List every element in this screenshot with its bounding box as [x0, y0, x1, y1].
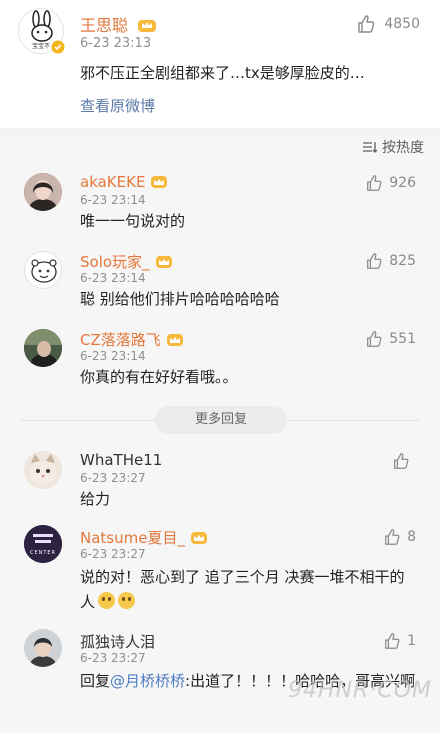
crown-badge-icon [155, 255, 172, 268]
crown-badge-icon [138, 20, 157, 32]
user-avatar[interactable] [24, 329, 62, 367]
original-post-text: 邪不压正全剧组都来了…tx是够厚脸皮的… [80, 64, 365, 82]
comment-like[interactable]: 825 [365, 252, 416, 270]
reply-like[interactable]: 1 [383, 632, 416, 650]
cartoon-avatar-icon [31, 259, 57, 283]
reply-like[interactable] [392, 452, 416, 470]
user-avatar[interactable] [24, 173, 62, 211]
comment-text: 唯一一句说对的 [80, 212, 186, 230]
comment-time: 6-23 23:14 [80, 193, 146, 207]
original-post-time: 6-23 23:13 [80, 36, 152, 51]
comment-author[interactable]: Solo玩家_ [80, 251, 173, 272]
photo-avatar-icon [24, 173, 62, 211]
thumbs-up-icon [385, 633, 400, 649]
comment-like[interactable]: 926 [365, 174, 416, 192]
thumbs-up-icon [385, 529, 400, 545]
logo-avatar-icon [24, 525, 62, 563]
more-replies-button[interactable]: 更多回复 [155, 406, 287, 434]
comment-author[interactable]: akaKEKE [80, 173, 168, 191]
user-avatar[interactable]: CENTER [24, 525, 62, 563]
like-count: 926 [389, 175, 416, 191]
reply-text: 说的对！恶心到了 追了三个月 决赛一堆不相干的人 [80, 568, 405, 611]
mention-link[interactable]: @月桥桥桥 [110, 672, 185, 690]
reply-author[interactable]: 孤独诗人泪 [80, 631, 155, 652]
crown-badge-icon [166, 333, 183, 346]
divider-line [20, 420, 155, 421]
sort-label: 按热度 [382, 140, 424, 156]
comment-text: 聪 别给他们排片哈哈哈哈哈哈 [80, 290, 280, 308]
smiley-emoji-icon [98, 592, 116, 609]
watermark: 94HNR·COM [288, 678, 432, 703]
crown-badge-icon [151, 176, 168, 188]
original-post-author[interactable]: 王思聪 [80, 12, 157, 36]
reply-time: 6-23 23:27 [80, 651, 146, 665]
thumbs-up-icon [367, 253, 382, 269]
comment-time: 6-23 23:14 [80, 349, 146, 363]
original-post: 宝宝不 王思聪 6-23 23:13 4850 邪不压正全剧组都来了…tx是够厚… [0, 0, 440, 128]
reply-author[interactable]: Natsume夏目_ [80, 527, 208, 548]
comments-section: 按热度 akaKEKE 6-23 23:14 926 唯一一句说对的 Solo玩… [0, 135, 440, 733]
comment-text: 你真的有在好好看哦。。 [80, 368, 238, 386]
comment-time: 6-23 23:14 [80, 271, 146, 285]
photo-avatar-icon [24, 629, 62, 667]
reply-like[interactable]: 8 [383, 528, 416, 546]
like-count: 8 [407, 529, 416, 545]
thumbs-up-icon [358, 15, 375, 33]
avatar-caption: CENTER [29, 550, 57, 556]
verified-badge-icon [51, 40, 65, 54]
divider-line [287, 420, 420, 421]
crown-badge-icon [190, 531, 207, 544]
comment-like[interactable]: 551 [365, 330, 416, 348]
reply-author[interactable]: WhaTHe11 [80, 451, 162, 469]
smiley-emoji-icon [118, 592, 136, 609]
photo-avatar-icon [24, 329, 62, 367]
like-count: 825 [389, 253, 416, 269]
cat-avatar-icon [24, 451, 62, 489]
thumbs-up-icon [394, 453, 409, 469]
user-avatar[interactable] [24, 451, 62, 489]
section-divider [0, 128, 440, 135]
view-original-link[interactable]: 查看原微博 [80, 95, 155, 116]
sort-toggle[interactable]: 按热度 [363, 137, 424, 157]
user-avatar[interactable] [24, 251, 62, 289]
reply-time: 6-23 23:27 [80, 471, 146, 485]
like-count: 1 [407, 633, 416, 649]
user-avatar[interactable] [24, 629, 62, 667]
thumbs-up-icon [367, 175, 382, 191]
like-count: 551 [389, 331, 416, 347]
comment-author[interactable]: CZ落落路飞 [80, 329, 184, 350]
reply-text: 给力 [80, 490, 111, 508]
reply-time: 6-23 23:27 [80, 547, 146, 561]
thumbs-up-icon [367, 331, 382, 347]
sort-icon [363, 142, 377, 153]
original-post-like[interactable]: 4850 [356, 14, 420, 34]
like-count: 4850 [384, 16, 420, 32]
